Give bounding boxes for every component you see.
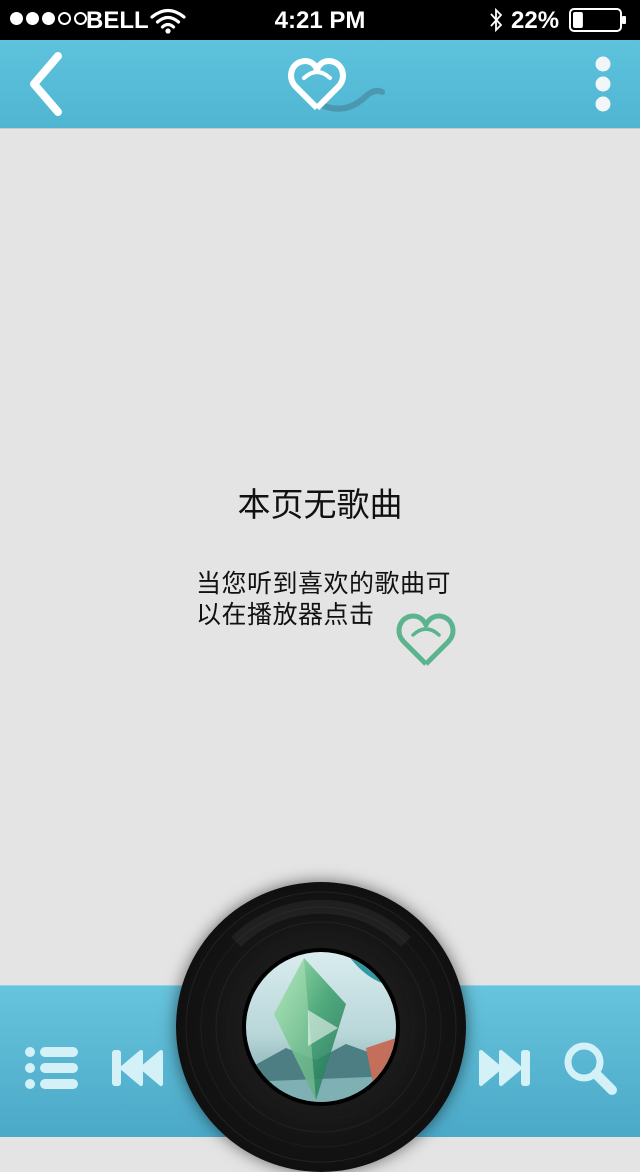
empty-state-title: 本页无歌曲: [237, 485, 403, 524]
next-track-icon: [479, 1050, 530, 1086]
next-track-button[interactable]: [478, 1048, 532, 1088]
chevron-left-icon: [30, 52, 62, 116]
previous-track-button[interactable]: [110, 1048, 164, 1088]
heart-icon: [396, 613, 456, 666]
hint-line-1: 当您听到喜欢的歌曲可: [196, 569, 452, 598]
heart-logo-icon: [288, 58, 385, 112]
more-button[interactable]: [588, 54, 618, 114]
navigation-bar: [0, 40, 640, 129]
battery-icon: [569, 8, 626, 32]
more-vertical-icon: [595, 56, 611, 112]
album-art[interactable]: [242, 948, 400, 1106]
search-icon: [564, 1042, 617, 1095]
status-bar: BELL 4:21 PM 22%: [0, 0, 640, 40]
search-button[interactable]: [562, 1040, 618, 1096]
bluetooth-icon: [490, 8, 503, 32]
album-art-image: [246, 952, 396, 1102]
previous-track-icon: [112, 1050, 163, 1086]
battery-percentage: 22%: [511, 7, 560, 34]
playlist-button[interactable]: [24, 1046, 80, 1090]
back-button[interactable]: [24, 50, 72, 118]
playlist-icon: [25, 1047, 78, 1089]
